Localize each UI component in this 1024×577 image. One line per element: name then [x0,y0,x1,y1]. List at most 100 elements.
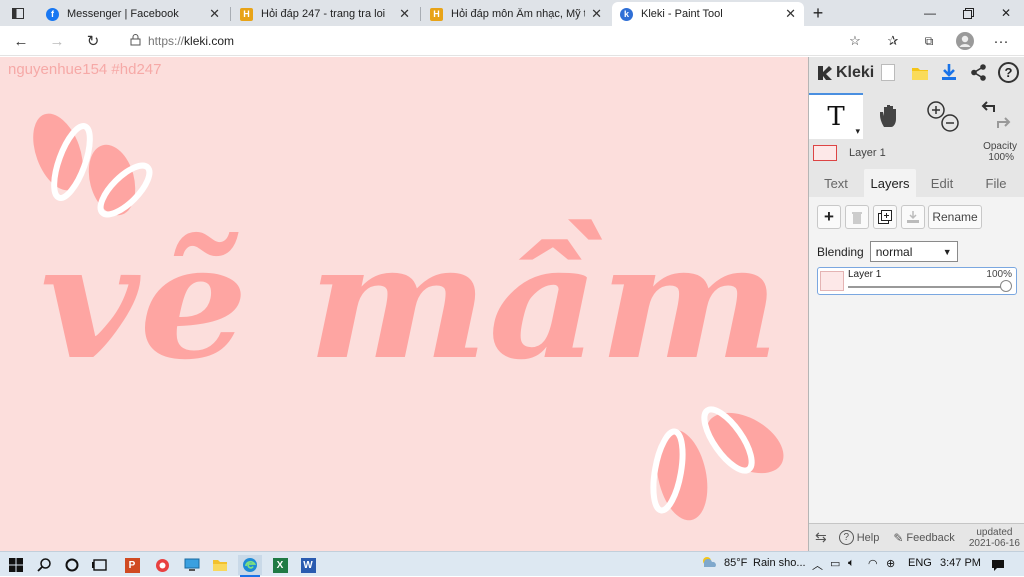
maximize-button[interactable] [958,3,978,23]
profile-avatar[interactable] [954,31,976,51]
collections-icon[interactable]: ⧉ [918,31,940,51]
minimize-button[interactable]: — [920,3,940,23]
share-icon[interactable] [970,64,987,84]
blending-value: normal [875,244,913,259]
cortana-icon[interactable] [62,555,82,575]
layer-opacity-slider[interactable] [848,286,1008,288]
close-window-button[interactable]: ✕ [996,3,1016,23]
kleki-logo-text: Kleki [836,64,875,81]
tab-messenger[interactable]: f Messenger | Facebook ✕ [38,2,228,26]
word-icon[interactable]: W [298,555,318,575]
help-icon: ? [838,530,854,545]
opacity-label: Opacity [983,141,1017,152]
swap-sides-icon[interactable]: ⇆ [815,529,827,546]
wifi-icon[interactable]: ◠ [868,557,878,570]
decor-petals-bottom-right [650,406,784,521]
weather-temp[interactable]: 85°F [724,557,747,569]
download-icon[interactable] [941,63,957,84]
kleki-side-panel: Kleki ? T ▾ Layer 1 Opacity 100% Text La… [808,57,1024,551]
tab-title: Kleki - Paint Tool [641,8,723,20]
language-switch-icon[interactable]: ⊕ [886,557,895,570]
decor-petals-top-left [33,113,153,218]
hand-icon [880,105,896,127]
edge-icon[interactable] [238,555,262,575]
new-image-icon[interactable] [881,64,895,81]
tab-file[interactable]: File [971,169,1021,197]
favorites-icon[interactable]: ✰ [882,31,904,51]
tab-kleki[interactable]: k Kleki - Paint Tool ✕ [612,2,804,26]
layer-opacity-value: 100% [986,269,1012,280]
url-protocol: https:// [148,34,185,48]
undo-icon[interactable] [981,101,995,112]
refresh-button[interactable]: ↻ [82,31,104,51]
chevron-up-icon[interactable]: ︿ [812,557,823,573]
text-tool-button[interactable]: T ▾ [809,93,863,139]
zoom-out-icon[interactable] [941,114,959,132]
layer-list-item[interactable]: Layer 1 100% [817,267,1017,295]
url-host: kleki.com [184,34,235,48]
search-icon[interactable] [34,555,54,575]
close-icon[interactable]: ✕ [209,6,220,22]
tab-title: Messenger | Facebook [67,8,179,20]
app-red-icon[interactable] [152,555,172,575]
computer-icon[interactable] [182,555,202,575]
redo-icon[interactable] [997,117,1011,128]
merge-icon [907,211,919,223]
notifications-icon[interactable] [988,555,1008,575]
favorite-star-icon[interactable]: ☆ [844,31,866,51]
feedback-button[interactable]: ✎ Feedback [893,531,954,545]
close-icon[interactable]: ✕ [591,6,602,22]
close-icon[interactable]: ✕ [399,6,410,22]
tab-hoidap-amnhac[interactable]: H Hỏi đáp môn Âm nhạc, Mỹ thuật ✕ [422,2,610,26]
duplicate-layer-button[interactable] [873,205,897,229]
slider-handle[interactable] [1000,280,1012,292]
task-view-icon[interactable] [90,555,110,575]
more-menu-icon[interactable]: ··· [990,31,1012,51]
artwork: vẽ mầm [33,113,784,521]
close-icon[interactable]: ✕ [785,6,796,22]
url-bar[interactable]: https://kleki.com [116,29,868,53]
tab-text[interactable]: Text [813,169,859,197]
weather-text[interactable]: Rain sho... [753,557,806,569]
artwork-lettering: vẽ mầm [40,210,780,395]
hand-tool-button[interactable] [867,93,913,139]
forward-button[interactable]: → [46,31,68,51]
language-indicator[interactable]: ENG [908,557,932,569]
chevron-down-icon[interactable]: ▾ [855,126,860,137]
weather-icon[interactable] [700,555,718,574]
hoidap-icon: H [430,7,443,21]
tab-actions-icon[interactable] [8,3,28,23]
zoom-in-icon[interactable] [927,101,945,119]
excel-icon[interactable]: X [270,555,290,575]
delete-layer-button[interactable] [845,205,869,229]
layer-name: Layer 1 [848,269,882,280]
tab-hoidap-247[interactable]: H Hỏi đáp 247 - trang tra loi ✕ [232,2,418,26]
kleki-logo[interactable]: Kleki [815,64,874,82]
rename-layer-button[interactable]: Rename [928,205,982,229]
layer-thumbnail [813,145,837,161]
merge-layer-button[interactable] [901,205,925,229]
lock-icon [130,33,148,49]
tab-title: Hỏi đáp môn Âm nhạc, Mỹ thuật [451,8,585,20]
help-icon[interactable]: ? [998,62,1019,83]
kleki-icon: k [620,7,633,21]
browser-tab-bar: f Messenger | Facebook ✕ H Hỏi đáp 247 -… [0,0,1024,26]
help-button[interactable]: ? Help [838,530,879,545]
blending-select[interactable]: normal ▼ [869,241,958,262]
chevron-down-icon: ▼ [942,246,952,257]
new-tab-button[interactable]: + [808,3,828,23]
drawing-canvas[interactable]: nguyenhue154 #hd247 vẽ mầm [0,57,808,551]
battery-icon[interactable]: ▭ [830,557,840,570]
clock-time[interactable]: 3:47 PM [940,557,981,569]
tool-row: T ▾ [809,93,1024,139]
back-button[interactable]: ← [10,31,32,51]
open-folder-icon[interactable] [911,65,929,84]
volume-icon[interactable]: 🔈︎ [848,557,855,570]
powerpoint-icon[interactable]: P [122,555,142,575]
tab-layers[interactable]: Layers [864,169,916,197]
file-explorer-icon[interactable] [210,555,230,575]
tab-edit[interactable]: Edit [921,169,963,197]
layers-tab-content: + Rename Blending normal ▼ Layer 1 100% [809,197,1024,547]
add-layer-button[interactable]: + [817,205,841,229]
windows-start-icon[interactable] [6,555,26,575]
